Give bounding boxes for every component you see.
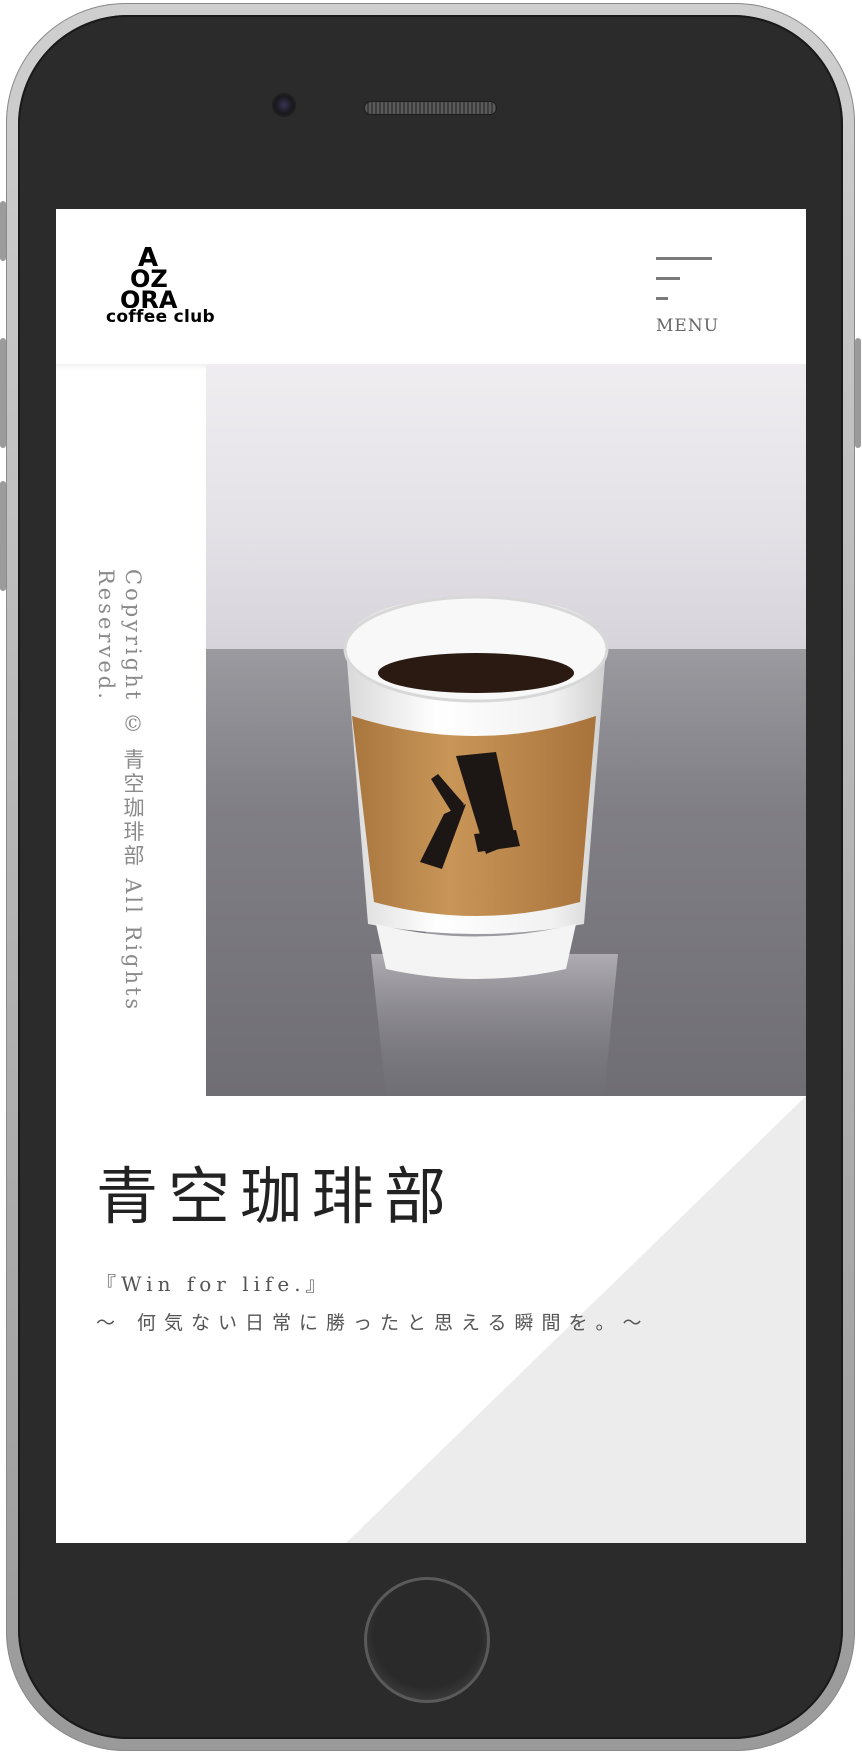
subline: 〜 何気ない日常に勝ったと思える瞬間を。〜 — [96, 1312, 650, 1334]
hero-image — [206, 364, 806, 1096]
volume-down-button — [0, 481, 6, 591]
copyright-text: Copyright © 青空珈琲部 All Rights Reserved. — [94, 569, 145, 1013]
site-logo[interactable]: A OZ ORA coffee club — [106, 242, 216, 332]
aozora-logo-mark: A OZ ORA — [120, 243, 178, 308]
logo-subtitle: coffee club — [106, 307, 216, 327]
home-button[interactable] — [364, 1577, 490, 1703]
menu-button[interactable]: MENU — [656, 257, 726, 337]
phone-screen: A OZ ORA coffee club MENU Copyright © 青空… — [56, 209, 806, 1543]
menu-label: MENU — [656, 316, 720, 336]
front-camera-icon — [274, 95, 294, 115]
power-button — [855, 338, 861, 448]
coffee-cup-illustration — [343, 595, 618, 1096]
earpiece-speaker-icon — [365, 102, 496, 114]
volume-up-button — [0, 338, 6, 448]
site-header: A OZ ORA coffee club MENU — [56, 209, 806, 364]
logo-letter-line-3: ORA — [120, 286, 178, 308]
mute-switch — [0, 201, 6, 261]
intro-section: 青空珈琲部 『Win for life.』 〜 何気ない日常に勝ったと思える瞬間… — [56, 1096, 806, 1543]
brand-title: 青空珈琲部 — [96, 1160, 457, 1233]
coffee-surface — [378, 653, 574, 693]
tagline: 『Win for life.』 — [96, 1272, 331, 1296]
cup-sleeve — [352, 716, 596, 916]
side-strip: Copyright © 青空珈琲部 All Rights Reserved. — [56, 364, 206, 1094]
